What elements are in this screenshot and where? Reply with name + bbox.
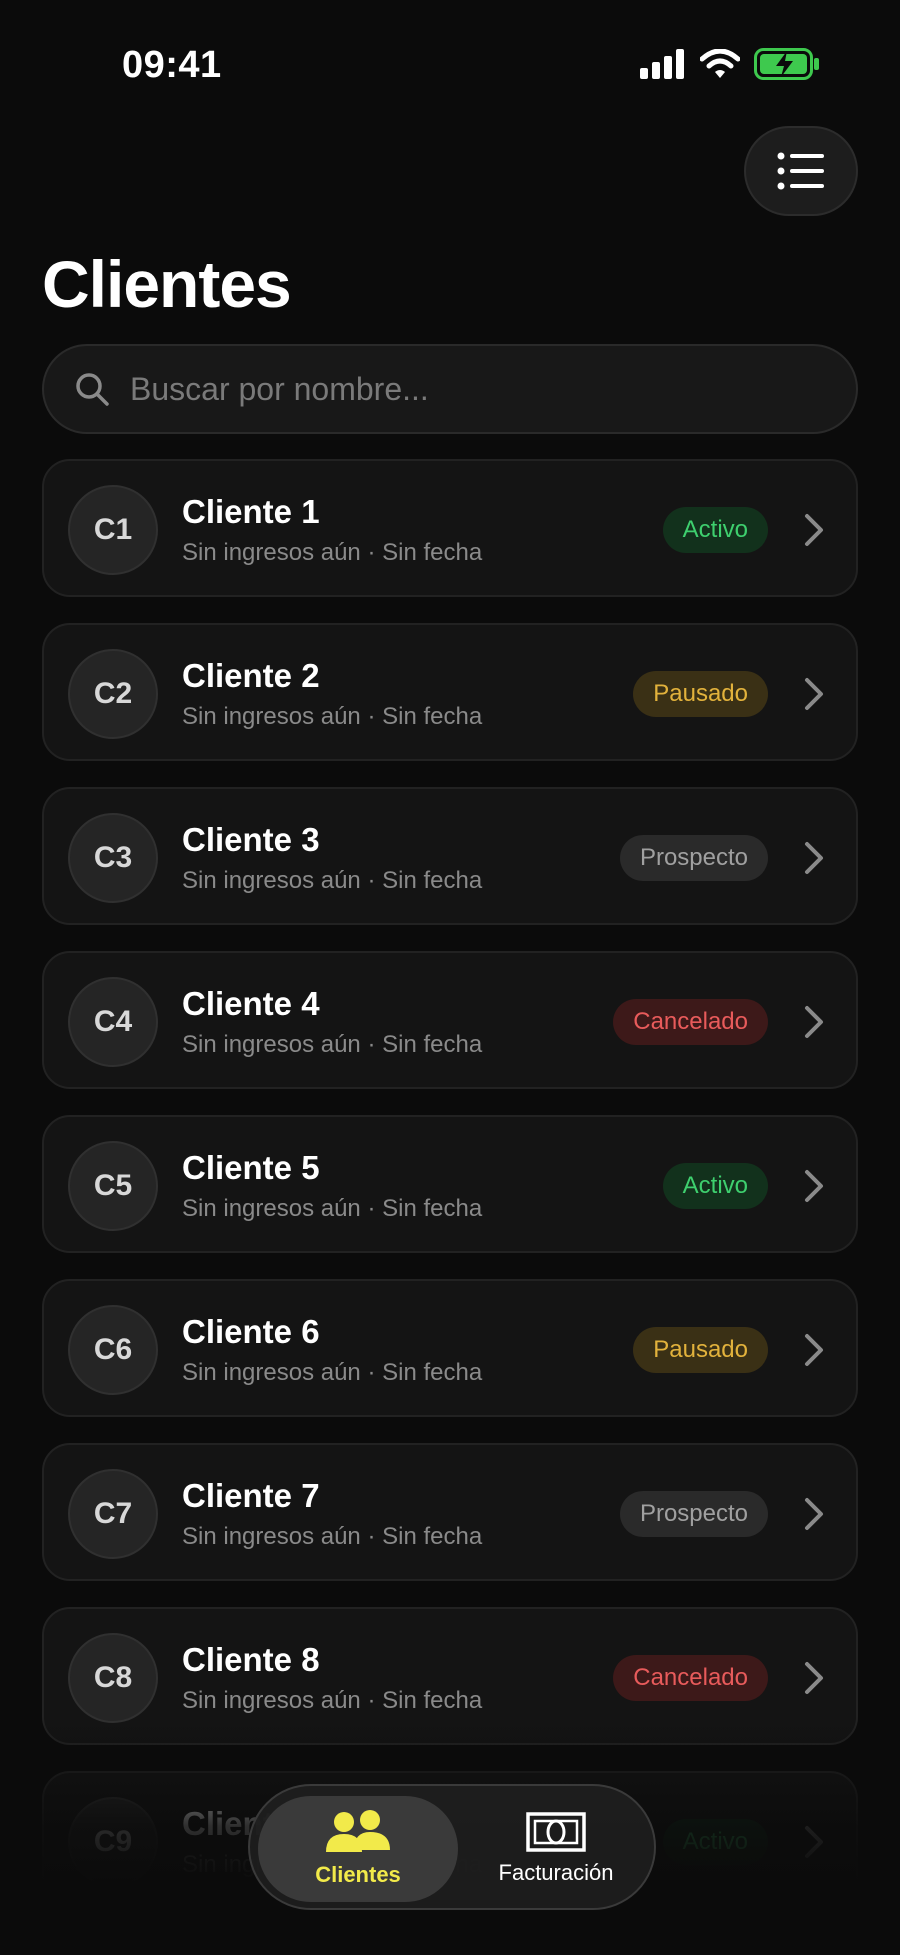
- status-badge: Pausado: [633, 671, 768, 717]
- status-time: 09:41: [122, 44, 222, 86]
- client-avatar: C2: [68, 649, 158, 739]
- client-name: Cliente 4: [182, 985, 320, 1022]
- status-bar: 09:41: [0, 0, 900, 130]
- search-icon: [76, 373, 109, 406]
- client-name: Cliente 6: [182, 1313, 320, 1350]
- list-menu-icon: [777, 152, 824, 190]
- client-name: Cliente 5: [182, 1149, 320, 1186]
- page-title: Clientes: [42, 247, 292, 321]
- client-card[interactable]: C5 Cliente 5 Sin ingresos aún · Sin fech…: [42, 1115, 858, 1253]
- status-icons: [640, 48, 820, 80]
- client-avatar: C4: [68, 977, 158, 1067]
- status-badge: Prospecto: [619, 835, 768, 881]
- status-badge: Cancelado: [613, 1655, 768, 1701]
- client-subtitle: Sin ingresos aún · Sin fecha: [182, 539, 483, 566]
- status-badge: Cancelado: [613, 999, 768, 1045]
- search-input[interactable]: [130, 370, 830, 408]
- client-name: Cliente 7: [182, 1477, 320, 1514]
- battery-charging-icon: [754, 48, 819, 80]
- signal-icon: [640, 49, 684, 79]
- status-badge: Activo: [662, 507, 768, 553]
- chevron-right-icon: [805, 678, 823, 710]
- client-card[interactable]: C3 Cliente 3 Sin ingresos aún · Sin fech…: [42, 787, 858, 925]
- chevron-right-icon: [805, 842, 823, 874]
- client-subtitle: Sin ingresos aún · Sin fecha: [182, 703, 483, 730]
- wifi-icon: [700, 49, 740, 78]
- status-badge: Prospecto: [619, 1491, 768, 1537]
- client-avatar: C8: [68, 1633, 158, 1723]
- client-subtitle: Sin ingresos aún · Sin fecha: [182, 867, 483, 894]
- client-card[interactable]: C4 Cliente 4 Sin ingresos aún · Sin fech…: [42, 951, 858, 1089]
- client-card[interactable]: C1 Cliente 1 Sin ingresos aún · Sin fech…: [42, 459, 858, 597]
- client-avatar: C6: [68, 1305, 158, 1395]
- status-badge: Pausado: [633, 1327, 768, 1373]
- chevron-right-icon: [805, 514, 823, 546]
- client-card[interactable]: C8 Cliente 8 Sin ingresos aún · Sin fech…: [42, 1607, 858, 1745]
- client-name: Cliente 2: [182, 657, 320, 694]
- users-icon: [326, 1810, 390, 1852]
- chevron-right-icon: [805, 1334, 823, 1366]
- status-badge: Activo: [662, 1819, 768, 1865]
- tab-clientes-label: Clientes: [315, 1862, 401, 1887]
- status-badge: Activo: [662, 1163, 768, 1209]
- client-avatar: C7: [68, 1469, 158, 1559]
- chevron-right-icon: [805, 1006, 823, 1038]
- client-subtitle: Sin ingresos aún · Sin fecha: [182, 1687, 483, 1714]
- client-avatar: C1: [68, 485, 158, 575]
- client-card[interactable]: C7 Cliente 7 Sin ingresos aún · Sin fech…: [42, 1443, 858, 1581]
- banknote-icon: [526, 1812, 586, 1852]
- client-subtitle: Sin ingresos aún · Sin fecha: [182, 1195, 483, 1222]
- tab-bar: Clientes Facturación: [248, 1784, 656, 1910]
- client-name: Cliente 8: [182, 1641, 320, 1678]
- chevron-right-icon: [805, 1662, 823, 1694]
- client-subtitle: Sin ingresos aún · Sin fecha: [182, 1523, 483, 1550]
- chevron-right-icon: [805, 1170, 823, 1202]
- chevron-right-icon: [805, 1498, 823, 1530]
- client-subtitle: Sin ingresos aún · Sin fecha: [182, 1031, 483, 1058]
- client-avatar: C3: [68, 813, 158, 903]
- client-list: C1 Cliente 1 Sin ingresos aún · Sin fech…: [42, 459, 858, 1935]
- client-avatar: C9: [68, 1797, 158, 1887]
- client-card[interactable]: C6 Cliente 6 Sin ingresos aún · Sin fech…: [42, 1279, 858, 1417]
- client-name: Cliente 3: [182, 821, 320, 858]
- client-card[interactable]: C2 Cliente 2 Sin ingresos aún · Sin fech…: [42, 623, 858, 761]
- menu-button[interactable]: [744, 126, 858, 216]
- tab-clientes[interactable]: Clientes: [258, 1796, 458, 1902]
- tab-facturacion[interactable]: Facturación: [462, 1796, 650, 1902]
- client-name: Cliente 1: [182, 493, 320, 530]
- client-subtitle: Sin ingresos aún · Sin fecha: [182, 1359, 483, 1386]
- search-bar[interactable]: [42, 344, 858, 434]
- client-avatar: C5: [68, 1141, 158, 1231]
- chevron-right-icon: [805, 1826, 823, 1858]
- tab-facturacion-label: Facturación: [498, 1860, 614, 1885]
